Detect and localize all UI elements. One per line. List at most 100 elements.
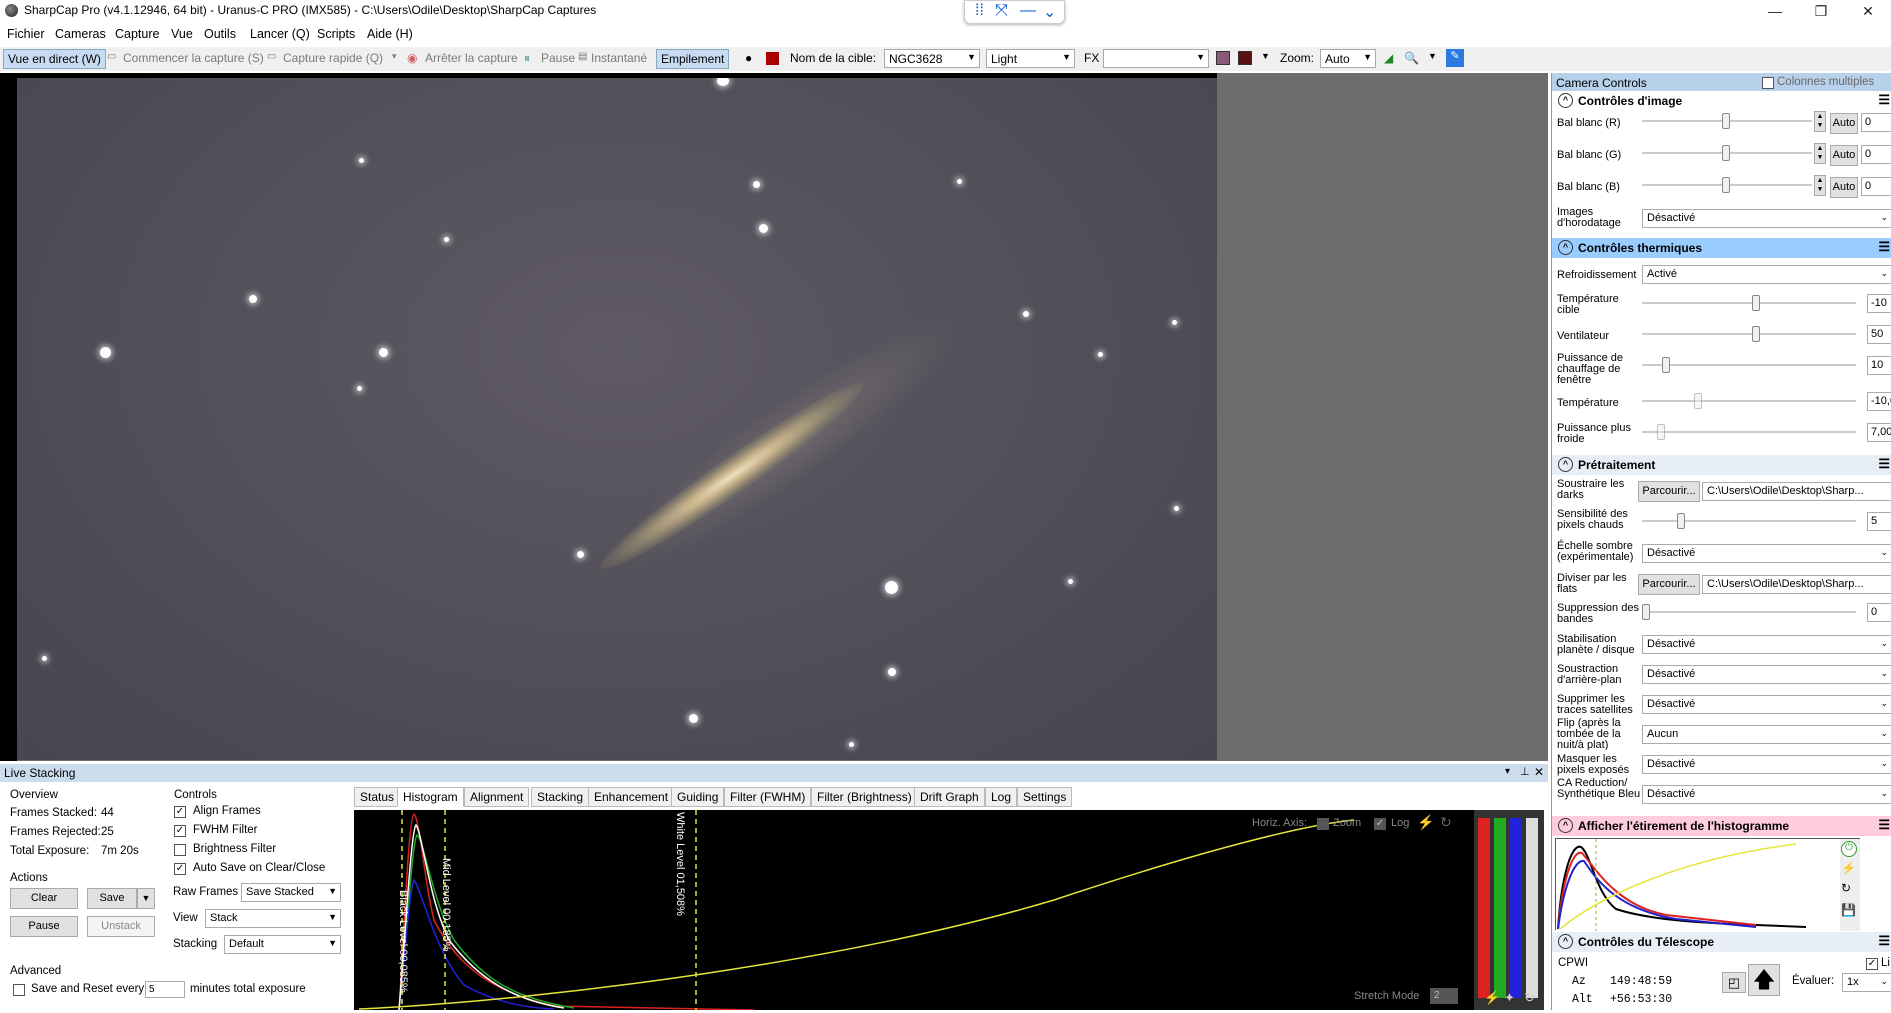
histogram-icon[interactable]: ◢	[1384, 51, 1393, 65]
wb-blue-slider[interactable]	[1642, 177, 1812, 193]
save-icon[interactable]: 💾	[1841, 903, 1856, 917]
collapse-icon[interactable]: ^	[1558, 818, 1573, 833]
minimize-button[interactable]: —	[1752, 0, 1798, 22]
pause-button[interactable]: Pause	[10, 916, 78, 937]
menu-fichier[interactable]: Fichier	[7, 27, 45, 41]
tracking-icon[interactable]: ◰	[1722, 972, 1746, 993]
crosshair-icon[interactable]	[1238, 51, 1252, 65]
color-icon[interactable]	[1216, 51, 1230, 65]
zoom-dropdown[interactable]: Auto ▼	[1320, 49, 1376, 68]
save-reset-checkbox[interactable]	[13, 984, 25, 996]
dropdown-arrow-icon[interactable]: ▾	[392, 51, 397, 62]
histogram-stretch-header[interactable]: ^ Afficher l'étirement de l'histogramme ☰	[1552, 816, 1891, 836]
tab-guiding[interactable]: Guiding	[671, 787, 725, 807]
grid-icon[interactable]: ⁞⁞	[975, 2, 984, 20]
menu-icon[interactable]: ☰	[1878, 933, 1890, 949]
dropdown-icon[interactable]: ▾	[1505, 766, 1510, 777]
frame-type-dropdown[interactable]: Light ▼	[986, 49, 1075, 68]
autosave-checkbox[interactable]: ✓	[174, 863, 186, 875]
red-filter-icon[interactable]	[766, 52, 779, 65]
target-temp-slider[interactable]	[1642, 295, 1856, 311]
tab-filter-fwhm[interactable]: Filter (FWHM)	[724, 787, 812, 807]
multi-column-checkbox[interactable]	[1762, 77, 1774, 89]
save-button[interactable]: Save	[87, 888, 137, 909]
planet-stab-select[interactable]: Désactivé ⌄	[1642, 635, 1891, 654]
target-temp-value[interactable]: -10	[1867, 294, 1891, 313]
star-icon[interactable]: ✦	[1504, 990, 1515, 1006]
menu-icon[interactable]: ☰	[1878, 456, 1890, 472]
tab-enhancement[interactable]: Enhancement	[588, 787, 675, 807]
collapse-icon[interactable]: ^	[1558, 457, 1573, 472]
align-checkbox[interactable]: ✓	[174, 806, 186, 818]
fan-value[interactable]: 50	[1867, 325, 1891, 344]
tab-histogram[interactable]: Histogram	[397, 787, 464, 807]
tab-alignment[interactable]: Alignment	[464, 787, 530, 807]
zoom-tool-dropdown-icon[interactable]: ▼	[1428, 51, 1437, 61]
reset-icon[interactable]: ↻	[1841, 881, 1851, 895]
heater-slider[interactable]	[1642, 357, 1856, 373]
satellite-select[interactable]: Désactivé ⌄	[1642, 695, 1891, 714]
menu-capture[interactable]: Capture	[115, 27, 159, 41]
collapse-icon[interactable]: ^	[1558, 93, 1573, 108]
stacking-select[interactable]: Default ▼	[224, 935, 341, 954]
darks-browse-button[interactable]: Parcourir...	[1638, 481, 1700, 502]
maximize-button[interactable]: ❐	[1798, 0, 1844, 22]
menu-aide[interactable]: Aide (H)	[367, 27, 413, 41]
save-dropdown-icon[interactable]: ▼	[137, 888, 155, 909]
stacking-button[interactable]: Empilement	[656, 49, 730, 69]
zoom-tool-icon[interactable]: 🔍	[1404, 51, 1419, 65]
banding-value[interactable]: 0	[1867, 603, 1891, 622]
snapshot-button[interactable]: Instantané	[591, 51, 647, 65]
flip-select[interactable]: Aucun ⌄	[1642, 725, 1891, 744]
li-checkbox[interactable]: ✓	[1866, 958, 1878, 970]
wb-blue-auto-button[interactable]: Auto	[1830, 177, 1858, 198]
minimize-remote-icon[interactable]: —	[1020, 2, 1036, 20]
raw-frames-select[interactable]: Save Stacked ▼	[241, 883, 341, 902]
lightning-icon[interactable]: ⚡	[1841, 861, 1856, 875]
wb-red-slider[interactable]	[1642, 113, 1812, 129]
telescope-controls-header[interactable]: ^ Contrôles du Télescope ☰	[1552, 932, 1891, 952]
reset-icon[interactable]: ↻	[1440, 814, 1452, 831]
menu-outils[interactable]: Outils	[204, 27, 236, 41]
mask-select[interactable]: Désactivé ⌄	[1642, 755, 1891, 774]
lightning-icon[interactable]: ⚡	[1417, 814, 1434, 831]
wb-red-value[interactable]: 0	[1861, 113, 1891, 132]
flats-browse-button[interactable]: Parcourir...	[1638, 574, 1700, 595]
unstack-button[interactable]: Unstack	[87, 916, 155, 937]
menu-icon[interactable]: ☰	[1878, 92, 1890, 108]
wb-red-auto-button[interactable]: Auto	[1830, 113, 1858, 134]
start-capture-button[interactable]: Commencer la capture (S)	[123, 51, 264, 65]
wb-green-stepper[interactable]: ▲ ▼	[1814, 143, 1826, 164]
hot-pixels-slider[interactable]	[1642, 513, 1856, 529]
evaluate-select[interactable]: 1x ⌄	[1842, 973, 1891, 992]
power-icon[interactable]: ⏻	[1841, 841, 1857, 857]
fan-slider[interactable]	[1642, 326, 1856, 342]
wb-green-value[interactable]: 0	[1861, 145, 1891, 164]
chevron-down-icon[interactable]: ⌄	[1043, 2, 1056, 22]
dark-scale-select[interactable]: Désactivé ⌄	[1642, 544, 1891, 563]
crosshair-dropdown-icon[interactable]: ▼	[1261, 51, 1270, 61]
hot-pixels-value[interactable]: 5	[1867, 512, 1891, 531]
circle-icon[interactable]: ●	[745, 51, 752, 65]
wb-green-auto-button[interactable]: Auto	[1830, 145, 1858, 166]
flats-path-select[interactable]: C:\Users\Odile\Desktop\Sharp...	[1702, 575, 1891, 594]
pin-icon[interactable]: ⊥	[1520, 765, 1530, 778]
close-panel-icon[interactable]: ✕	[1534, 765, 1544, 779]
histogram-plot[interactable]: Black Level 00,085% Mid Level 00,185% Wh…	[354, 810, 1544, 1011]
thermal-controls-header[interactable]: ^ Contrôles thermiques ☰	[1552, 238, 1891, 258]
menu-lancer[interactable]: Lancer (Q)	[250, 27, 310, 41]
menu-scripts[interactable]: Scripts	[317, 27, 355, 41]
menu-vue[interactable]: Vue	[171, 27, 193, 41]
tab-filter-brightness[interactable]: Filter (Brightness)	[811, 787, 918, 807]
view-select[interactable]: Stack ▼	[205, 909, 341, 928]
wb-green-slider[interactable]	[1642, 145, 1812, 161]
annotate-icon[interactable]: ✎	[1446, 49, 1464, 67]
tab-settings[interactable]: Settings	[1017, 787, 1073, 807]
fx-dropdown[interactable]: ▼	[1103, 49, 1209, 68]
wb-blue-value[interactable]: 0	[1861, 177, 1891, 196]
camera-image[interactable]	[17, 73, 1217, 760]
wb-red-stepper[interactable]: ▲ ▼	[1814, 111, 1826, 132]
heater-value[interactable]: 10	[1867, 356, 1891, 375]
banding-slider[interactable]	[1642, 604, 1856, 620]
fwhm-checkbox[interactable]: ✓	[174, 825, 186, 837]
